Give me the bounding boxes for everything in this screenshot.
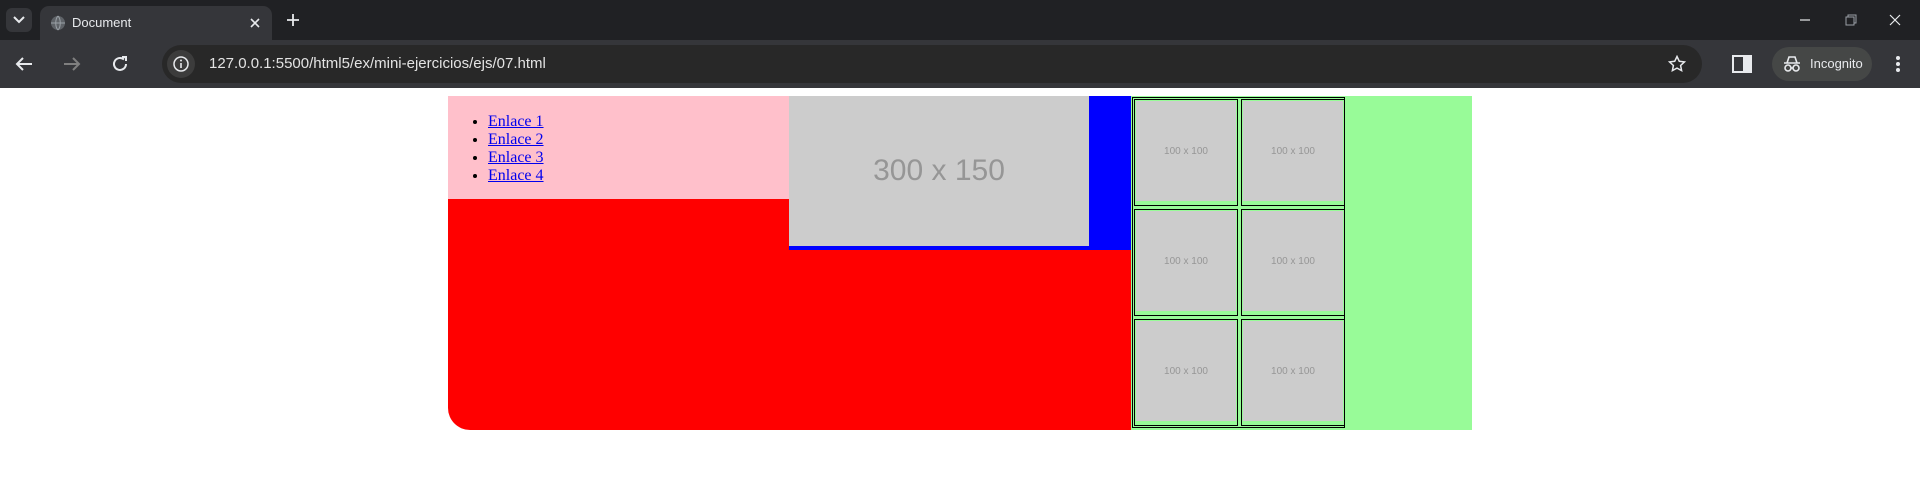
site-info-button[interactable] bbox=[167, 50, 195, 78]
info-icon bbox=[173, 56, 189, 72]
nav-list-item: Enlace 2 bbox=[488, 131, 789, 149]
reload-button[interactable] bbox=[108, 52, 132, 76]
minimize-button[interactable] bbox=[1790, 8, 1820, 32]
address-bar[interactable]: 127.0.0.1:5500/html5/ex/mini-ejercicios/… bbox=[162, 45, 1702, 83]
nav-section: Enlace 1 Enlace 2 Enlace 3 Enlace 4 bbox=[448, 96, 789, 199]
side-panel-button[interactable] bbox=[1729, 51, 1755, 77]
restore-button[interactable] bbox=[1836, 8, 1866, 32]
gallery-placeholder-image: 100 x 100 bbox=[1243, 101, 1343, 201]
more-vert-icon bbox=[1896, 56, 1900, 72]
restore-icon bbox=[1845, 14, 1857, 26]
gallery-placeholder-image: 100 x 100 bbox=[1136, 211, 1236, 311]
nav-link-2[interactable]: Enlace 2 bbox=[488, 131, 544, 148]
tab-title: Document bbox=[72, 15, 132, 30]
arrow-right-icon bbox=[64, 57, 81, 71]
minimize-icon bbox=[1800, 19, 1810, 21]
chevron-down-icon bbox=[13, 16, 25, 24]
gallery-item: 100 x 100 bbox=[1241, 209, 1345, 316]
gallery-placeholder-image: 100 x 100 bbox=[1243, 211, 1343, 311]
main-placeholder-image: 300 x 150 bbox=[789, 96, 1089, 246]
image-gallery: 100 x 100 100 x 100 100 x 100 100 x 100 … bbox=[1132, 97, 1345, 428]
page-viewport: Enlace 1 Enlace 2 Enlace 3 Enlace 4 300 … bbox=[0, 88, 1920, 478]
nav-list-item: Enlace 3 bbox=[488, 149, 789, 167]
gallery-placeholder-image: 100 x 100 bbox=[1136, 101, 1236, 201]
gallery-placeholder-image: 100 x 100 bbox=[1243, 321, 1343, 421]
bookmark-button[interactable] bbox=[1666, 53, 1688, 75]
gallery-placeholder-image: 100 x 100 bbox=[1136, 321, 1236, 421]
gallery-item: 100 x 100 bbox=[1134, 319, 1238, 426]
tab-document[interactable]: Document bbox=[40, 6, 272, 40]
close-tab-button[interactable] bbox=[246, 14, 264, 32]
gallery-item: 100 x 100 bbox=[1241, 319, 1345, 426]
browser-toolbar: 127.0.0.1:5500/html5/ex/mini-ejercicios/… bbox=[0, 40, 1920, 88]
incognito-icon bbox=[1784, 56, 1800, 72]
gallery-item: 100 x 100 bbox=[1134, 209, 1238, 316]
incognito-badge[interactable]: Incognito bbox=[1772, 47, 1872, 81]
gallery-item: 100 x 100 bbox=[1134, 99, 1238, 206]
globe-icon bbox=[51, 15, 65, 31]
incognito-label: Incognito bbox=[1810, 56, 1863, 71]
arrow-left-icon bbox=[15, 57, 32, 71]
url-text: 127.0.0.1:5500/html5/ex/mini-ejercicios/… bbox=[209, 55, 546, 72]
gallery-item: 100 x 100 bbox=[1241, 99, 1345, 206]
browser-menu-button[interactable] bbox=[1890, 52, 1906, 76]
new-tab-button[interactable] bbox=[282, 9, 304, 31]
page-layout: Enlace 1 Enlace 2 Enlace 3 Enlace 4 300 … bbox=[448, 96, 1472, 430]
side-panel-icon bbox=[1732, 55, 1752, 73]
nav-list-item: Enlace 4 bbox=[488, 167, 789, 185]
tab-search-button[interactable] bbox=[6, 8, 32, 32]
tab-strip: Document bbox=[0, 0, 1920, 40]
nav-link-3[interactable]: Enlace 3 bbox=[488, 149, 544, 166]
nav-link-list: Enlace 1 Enlace 2 Enlace 3 Enlace 4 bbox=[448, 96, 789, 185]
back-button[interactable] bbox=[12, 52, 36, 76]
reload-icon bbox=[113, 56, 127, 71]
aside-section: 100 x 100 100 x 100 100 x 100 100 x 100 … bbox=[1131, 96, 1472, 430]
close-icon bbox=[1889, 14, 1901, 26]
close-icon bbox=[250, 18, 260, 28]
close-window-button[interactable] bbox=[1880, 8, 1910, 32]
forward-button[interactable] bbox=[60, 52, 84, 76]
plus-icon bbox=[287, 14, 299, 26]
nav-link-4[interactable]: Enlace 4 bbox=[488, 167, 544, 184]
nav-link-1[interactable]: Enlace 1 bbox=[488, 113, 544, 130]
nav-list-item: Enlace 1 bbox=[488, 113, 789, 131]
star-icon bbox=[1668, 55, 1686, 73]
